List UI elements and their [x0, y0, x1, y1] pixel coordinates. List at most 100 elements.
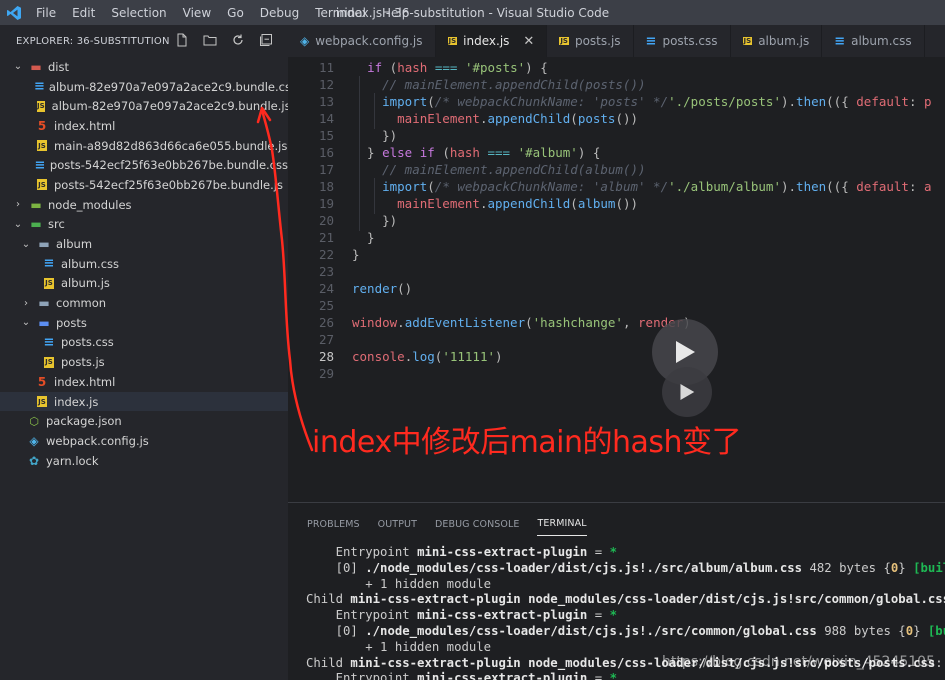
- tab-album-js[interactable]: JS album.js: [731, 25, 823, 57]
- code-line: mainElement.appendChild(posts()): [397, 111, 639, 126]
- tree-file-posts-bundle-css[interactable]: ≡ posts-542ecf25f63e0bb267be.bundle.css: [0, 155, 289, 175]
- annotation-text: index中修改后main的hash变了: [312, 425, 742, 460]
- tree-folder-album[interactable]: ⌄ ▬ album: [0, 234, 288, 254]
- menu-bar: File Edit Selection View Go Debug Termin…: [28, 6, 417, 20]
- new-file-icon[interactable]: [174, 32, 190, 48]
- js-file-icon: JS: [37, 100, 45, 112]
- menu-go[interactable]: Go: [219, 6, 252, 20]
- tree-file-album-js[interactable]: JS album.js: [0, 274, 288, 294]
- tree-file-main-bundle-js[interactable]: JS main-a89d82d863d66ca6e055.bundle.js: [0, 136, 288, 156]
- js-file-icon: JS: [44, 356, 54, 368]
- tree-item-label: webpack.config.js: [46, 433, 149, 448]
- css-file-icon: ≡: [43, 334, 55, 350]
- code-line: console.log('11111'): [352, 349, 503, 364]
- code-line: }): [352, 213, 398, 228]
- tree-item-label: album.js: [61, 276, 110, 291]
- tree-file-album-css[interactable]: ≡ album.css: [0, 254, 288, 274]
- terminal-line: [0] ./node_modules/css-loader/dist/cjs.j…: [306, 623, 945, 638]
- panel-tabs: PROBLEMS OUTPUT DEBUG CONSOLE TERMINAL: [288, 503, 945, 545]
- js-icon: JS: [447, 37, 458, 45]
- code-line: }: [352, 247, 360, 262]
- tree-folder-common[interactable]: › ▬ common: [0, 293, 288, 313]
- menu-terminal[interactable]: Terminal: [307, 6, 374, 20]
- tree-folder-posts[interactable]: ⌄ ▬ posts: [0, 313, 288, 333]
- bottom-panel: PROBLEMS OUTPUT DEBUG CONSOLE TERMINAL E…: [288, 502, 945, 680]
- menu-selection[interactable]: Selection: [103, 6, 174, 20]
- tab-terminal[interactable]: TERMINAL: [537, 512, 587, 536]
- tab-problems[interactable]: PROBLEMS: [307, 513, 360, 536]
- js-icon: JS: [742, 37, 753, 45]
- tab-posts-js[interactable]: JS posts.js: [547, 25, 634, 57]
- tab-debug-console[interactable]: DEBUG CONSOLE: [435, 513, 520, 536]
- tree-file-posts-css[interactable]: ≡ posts.css: [0, 333, 288, 353]
- play-button-icon[interactable]: [662, 367, 712, 417]
- terminal-line: Entrypoint mini-css-extract-plugin = *: [306, 671, 617, 680]
- tree-file-webpack-config[interactable]: ◈ webpack.config.js: [0, 431, 288, 451]
- tab-label: posts.js: [574, 34, 621, 48]
- collapse-all-icon[interactable]: [258, 32, 274, 48]
- tree-item-label: package.json: [46, 414, 122, 429]
- tab-webpack-config[interactable]: ◈ webpack.config.js: [288, 25, 436, 57]
- js-file-icon: JS: [44, 277, 54, 289]
- new-folder-icon[interactable]: [202, 32, 218, 48]
- tree-folder-src[interactable]: ⌄ ▬ src: [0, 215, 288, 235]
- folder-open-icon: ▬: [30, 217, 42, 232]
- tree-file-album-bundle-css[interactable]: ≡ album-82e970a7e097a2ace2c9.bundle.css: [0, 77, 297, 97]
- tree-file-posts-bundle-js[interactable]: JS posts-542ecf25f63e0bb267be.bundle.js: [0, 175, 288, 195]
- menu-debug[interactable]: Debug: [252, 6, 307, 20]
- chevron-down-icon: ⌄: [13, 61, 23, 73]
- tree-file-album-bundle-js[interactable]: JS album-82e970a7e097a2ace2c9.bundle.js: [0, 96, 291, 116]
- terminal-line: Child mini-css-extract-plugin node_modul…: [306, 592, 945, 607]
- line-number: 21: [318, 230, 334, 245]
- tree-file-yarn-lock[interactable]: ✿ yarn.lock: [0, 451, 288, 471]
- tree-file-index-js[interactable]: JS index.js: [0, 391, 288, 412]
- code-editor[interactable]: 11 12 13 14 15 16 17 18 19 20 21 22 23 2…: [288, 57, 945, 502]
- line-number: 11: [318, 60, 334, 75]
- tree-file-posts-js[interactable]: JS posts.js: [0, 352, 288, 372]
- tab-index-js[interactable]: JS index.js ✕: [435, 25, 548, 57]
- js-file-icon: JS: [37, 140, 47, 152]
- tab-album-css[interactable]: ≡ album.css: [822, 25, 925, 57]
- tree-file-package-json[interactable]: ⬡ package.json: [0, 411, 288, 431]
- tree-item-label: common: [56, 296, 107, 311]
- file-tree: ⌄ ▬ dist ≡ album-82e970a7e097a2ace2c9.bu…: [0, 57, 297, 471]
- css-icon: ≡: [645, 33, 657, 49]
- line-number: 24: [318, 281, 334, 296]
- tab-posts-css[interactable]: ≡ posts.css: [634, 25, 731, 57]
- tree-folder-dist[interactable]: ⌄ ▬ dist: [0, 57, 288, 77]
- chevron-down-icon: ⌄: [13, 218, 23, 230]
- yarn-icon: ✿: [28, 453, 40, 468]
- line-number-gutter: 11 12 13 14 15 16 17 18 19 20 21 22 23 2…: [288, 59, 334, 382]
- tab-output[interactable]: OUTPUT: [378, 513, 417, 536]
- tree-item-label: album-82e970a7e097a2ace2c9.bundle.css: [48, 79, 297, 94]
- folder-open-icon: ▬: [38, 237, 50, 252]
- tree-file-dist-index-html[interactable]: 5 index.html: [0, 116, 288, 136]
- line-number: 14: [318, 111, 334, 126]
- terminal-line: [0] ./node_modules/css-loader/dist/cjs.j…: [306, 560, 945, 575]
- menu-file[interactable]: File: [28, 6, 64, 20]
- chevron-down-icon: ⌄: [21, 238, 31, 250]
- chevron-right-icon: ›: [24, 297, 28, 309]
- menu-help[interactable]: Help: [374, 6, 417, 20]
- close-icon[interactable]: ✕: [523, 34, 534, 49]
- terminal-line: Entrypoint mini-css-extract-plugin = *: [306, 608, 617, 623]
- tree-folder-node-modules[interactable]: › ▬ node_modules: [0, 195, 288, 215]
- tree-item-label: posts-542ecf25f63e0bb267be.bundle.js: [54, 177, 283, 192]
- line-number: 13: [318, 94, 334, 109]
- menu-view[interactable]: View: [175, 6, 219, 20]
- js-file-icon: JS: [37, 396, 47, 408]
- refresh-icon[interactable]: [230, 32, 246, 48]
- tree-file-src-index-html[interactable]: 5 index.html: [0, 372, 288, 392]
- folder-icon: ▬: [38, 296, 50, 311]
- menu-edit[interactable]: Edit: [64, 6, 103, 20]
- tree-item-label: posts: [56, 315, 87, 330]
- tab-label: index.js: [463, 34, 510, 48]
- code-content: if (hash === '#posts') { // mainElement.…: [352, 59, 932, 382]
- css-file-icon: ≡: [43, 256, 55, 272]
- code-line: }): [352, 128, 398, 143]
- code-line: window.addEventListener('hashchange', re…: [352, 315, 691, 330]
- tree-item-label: album-82e970a7e097a2ace2c9.bundle.js: [51, 99, 291, 114]
- chevron-right-icon: ›: [16, 199, 20, 211]
- editor-tabs: ◈ webpack.config.js JS index.js ✕ JS pos…: [288, 25, 945, 57]
